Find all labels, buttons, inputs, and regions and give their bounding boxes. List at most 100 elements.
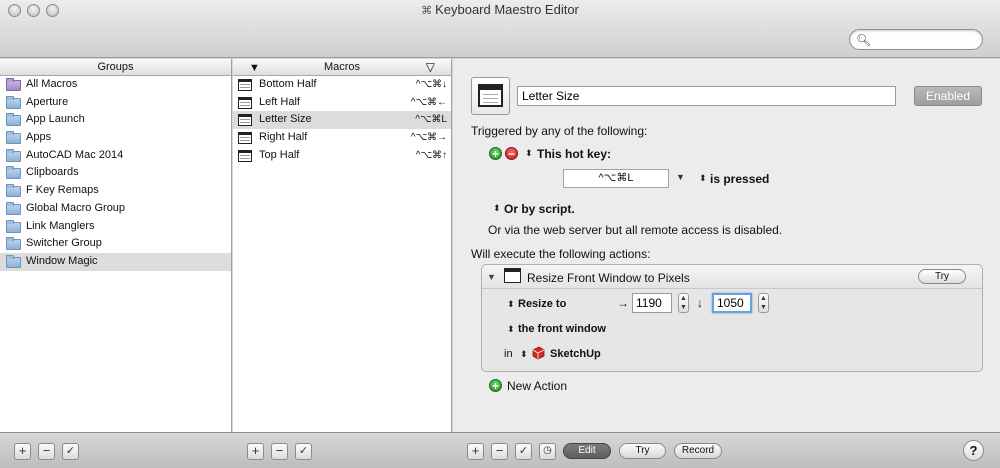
group-item[interactable]: Global Macro Group — [0, 200, 231, 218]
group-enable-checkbox-button[interactable]: ✓ — [62, 443, 79, 460]
filter-triangle-icon[interactable]: ▽ — [426, 59, 435, 75]
remove-action-button[interactable]: − — [491, 443, 508, 460]
macros-column: ▼ Macros ▽ Bottom Half ^⌥⌘↓ Left Half ^⌥⌘← L… — [233, 59, 452, 432]
resize-to-popup[interactable]: Resize to — [518, 298, 566, 310]
script-trigger-stepper-icon[interactable]: ⬍ — [493, 203, 501, 214]
group-item-label: App Launch — [26, 113, 85, 126]
group-item[interactable]: Aperture — [0, 94, 231, 112]
triggered-label: Triggered by any of the following: — [471, 124, 648, 138]
macro-item-label: Left Half — [259, 95, 300, 108]
search-input[interactable] — [874, 32, 978, 47]
remove-macro-button[interactable]: − — [271, 443, 288, 460]
window-target-stepper-icon[interactable]: ⬍ — [507, 324, 515, 335]
target-window-popup[interactable]: the front window — [518, 323, 606, 335]
group-item[interactable]: Window Magic — [0, 252, 231, 271]
remove-trigger-icon[interactable]: − — [505, 147, 518, 160]
macro-enable-checkbox-button[interactable]: ✓ — [295, 443, 312, 460]
app-popup[interactable]: SketchUp — [550, 348, 601, 360]
action-try-button[interactable]: Try — [918, 269, 966, 284]
folder-icon — [6, 184, 21, 198]
width-field[interactable] — [632, 293, 672, 313]
action-enable-checkbox-button[interactable]: ✓ — [515, 443, 532, 460]
clock-icon[interactable]: ◷ — [539, 443, 556, 460]
new-action-label[interactable]: New Action — [507, 379, 567, 393]
trigger-type-stepper-icon[interactable]: ⬍ — [525, 148, 533, 159]
document-proxy-icon: ⌘ — [421, 5, 433, 17]
smart-group-folder-icon — [6, 78, 21, 91]
add-macro-button[interactable]: + — [247, 443, 264, 460]
hotkey-dropdown-icon[interactable]: ▼ — [676, 172, 685, 182]
group-item-label: Apps — [26, 131, 52, 144]
group-item-label: F Key Remaps — [26, 184, 99, 197]
width-stepper[interactable]: ▲ ▼ — [678, 293, 689, 313]
remove-group-button[interactable]: − — [38, 443, 55, 460]
group-item-label: AutoCAD Mac 2014 — [26, 148, 124, 161]
macro-item[interactable]: Right Half ^⌥⌘→ — [233, 129, 451, 147]
in-label: in — [504, 348, 513, 360]
resize-mode-stepper-icon[interactable]: ⬍ — [507, 299, 515, 310]
try-button[interactable]: Try — [619, 443, 666, 459]
macro-item-hotkey: ^⌥⌘← — [410, 96, 447, 108]
group-item-label: Aperture — [26, 95, 69, 108]
macros-header[interactable]: ▼ Macros ▽ — [233, 59, 451, 76]
folder-icon — [6, 148, 21, 162]
groups-header[interactable]: Groups — [0, 59, 231, 76]
app-stepper-icon[interactable]: ⬍ — [520, 349, 528, 360]
height-field[interactable] — [712, 293, 752, 313]
group-item[interactable]: Switcher Group — [0, 235, 231, 253]
group-item-label: Clipboards — [26, 166, 79, 179]
height-stepper[interactable]: ▲ ▼ — [758, 293, 769, 313]
record-button[interactable]: Record — [674, 443, 722, 459]
add-action-button[interactable]: + — [467, 443, 484, 460]
group-item[interactable]: AutoCAD Mac 2014 — [0, 147, 231, 165]
macro-icon-well[interactable] — [471, 77, 510, 115]
group-item[interactable]: All Macros — [0, 76, 231, 94]
group-item[interactable]: Apps — [0, 129, 231, 147]
sort-triangle-icon[interactable]: ▼ — [249, 60, 260, 76]
window-action-icon — [504, 268, 521, 283]
help-button[interactable]: ? — [963, 440, 984, 461]
macro-item-hotkey: ^⌥⌘→ — [410, 132, 447, 144]
window-icon — [238, 79, 252, 91]
will-execute-label: Will execute the following actions: — [471, 247, 651, 261]
macro-item[interactable]: Left Half ^⌥⌘← — [233, 94, 451, 112]
macro-item-label: Top Half — [259, 148, 300, 161]
macro-item[interactable]: Bottom Half ^⌥⌘↓ — [233, 76, 451, 94]
pressed-mode-stepper-icon[interactable]: ⬍ — [699, 173, 707, 184]
disclosure-triangle-icon[interactable]: ▼ — [487, 272, 496, 282]
add-group-button[interactable]: + — [14, 443, 31, 460]
folder-icon — [6, 95, 21, 109]
macro-item-label: Bottom Half — [259, 78, 317, 90]
macro-item-hotkey: ^⌥⌘↓ — [415, 79, 447, 90]
group-item[interactable]: Clipboards — [0, 164, 231, 182]
folder-icon — [6, 237, 21, 251]
folder-icon — [6, 219, 21, 233]
group-item-label: Window Magic — [26, 254, 98, 267]
search-icon[interactable]: 🔍︎ — [856, 33, 871, 47]
window-icon — [478, 84, 503, 107]
macro-item[interactable]: Letter Size ^⌥⌘L — [233, 111, 451, 130]
macro-item[interactable]: Top Half ^⌥⌘↑ — [233, 147, 451, 165]
search-box[interactable]: 🔍︎ — [849, 29, 983, 50]
or-by-script-popup[interactable]: Or by script. — [504, 202, 575, 216]
action-title: Resize Front Window to Pixels — [527, 271, 690, 285]
window-icon — [238, 96, 252, 109]
folder-icon — [6, 254, 21, 268]
group-item-label: Global Macro Group — [26, 201, 126, 214]
new-action-icon[interactable]: + — [489, 379, 502, 392]
folder-icon — [6, 166, 21, 180]
folder-icon — [6, 113, 21, 127]
bottom-toolbar: + − ✓ + − ✓ + − ✓ ◷ Edit Try Record ? — [0, 432, 1000, 468]
enabled-button[interactable]: Enabled — [914, 86, 982, 106]
edit-button[interactable]: Edit — [563, 443, 611, 459]
hotkey-trigger-label[interactable]: This hot key: — [537, 147, 611, 161]
is-pressed-popup[interactable]: is pressed — [710, 172, 769, 186]
folder-icon — [6, 201, 21, 215]
add-trigger-icon[interactable]: + — [489, 147, 502, 160]
group-item[interactable]: F Key Remaps — [0, 182, 231, 200]
hotkey-field[interactable]: ^⌥⌘L — [563, 169, 669, 188]
group-item-label: Link Manglers — [26, 219, 95, 232]
macro-name-field[interactable] — [517, 86, 896, 106]
group-item[interactable]: App Launch — [0, 111, 231, 129]
group-item[interactable]: Link Manglers — [0, 218, 231, 236]
